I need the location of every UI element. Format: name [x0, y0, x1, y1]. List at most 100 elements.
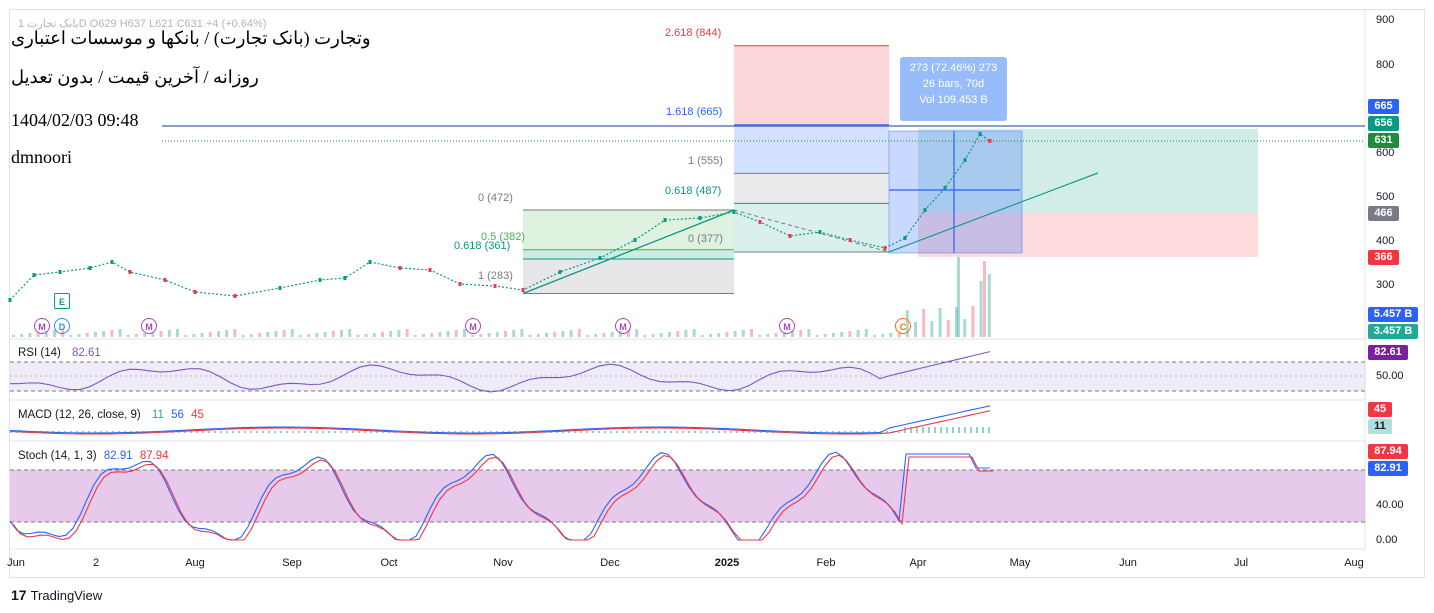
volume-bar [479, 334, 483, 337]
tradingview-logo[interactable]: 17 TradingView [11, 587, 102, 603]
candle [943, 186, 947, 190]
candle [848, 238, 852, 242]
event-marker-m5[interactable]: M [779, 318, 795, 334]
macd-histogram-bar [676, 431, 678, 433]
volume-bar [85, 333, 89, 337]
volume-bar [889, 333, 893, 337]
macd-histogram-bar [478, 431, 480, 433]
macd-histogram-bar [868, 431, 870, 433]
macd-histogram-bar [202, 431, 204, 433]
macd-histogram-bar [748, 431, 750, 433]
volume-bar [241, 335, 245, 337]
volume-bar [348, 329, 352, 337]
macd-histogram-bar [346, 431, 348, 433]
chart-datetime: 1404/02/03 09:48 [11, 110, 139, 130]
volume-bar [545, 333, 548, 337]
candle [458, 282, 462, 286]
chart-canvas[interactable] [0, 0, 1434, 613]
macd-histogram-bar [406, 431, 408, 433]
event-marker-m1[interactable]: M [34, 318, 50, 334]
macd-histogram-bar [550, 431, 552, 433]
price-tag-665: 665 [1368, 99, 1399, 114]
volume-bar [520, 329, 524, 337]
time-tick-apr: Apr [909, 557, 927, 569]
macd-histogram-bar [304, 431, 306, 433]
event-marker-m3[interactable]: M [465, 318, 481, 334]
time-tick-jun: Jun [7, 557, 25, 569]
candle [732, 210, 736, 214]
volume-bar [856, 330, 860, 337]
macd-histogram-bar [586, 431, 588, 433]
macd-histogram-bar [430, 431, 432, 433]
macd-histogram-bar [148, 431, 150, 433]
volume-bar [192, 334, 196, 337]
fib-zone-1618 [734, 124, 889, 174]
macd-histogram-bar [892, 431, 894, 433]
event-marker-m2[interactable]: M [141, 318, 157, 334]
volume-bar [602, 333, 606, 337]
event-marker-dividend[interactable]: D [54, 318, 70, 334]
stoch-d-value: 87.94 [139, 450, 169, 462]
macd-histogram-bar [58, 431, 60, 433]
volume-bar [323, 332, 327, 337]
volume-bar [413, 335, 417, 337]
candle [368, 260, 372, 264]
event-marker-m4[interactable]: M [615, 318, 631, 334]
macd-histogram-bar [610, 431, 612, 433]
macd-histogram-bar [22, 431, 24, 433]
macd-histogram-bar [34, 431, 36, 433]
fib-label-1-left: 1 (283) [478, 270, 513, 282]
volume-bar [717, 333, 721, 337]
measure-tooltip: 273 (72.46%) 273 26 bars, 70d Vol 109.45… [900, 57, 1007, 121]
event-marker-earnings[interactable]: E [54, 293, 70, 309]
macd-histogram-bar [442, 431, 444, 433]
volume-bar [668, 332, 671, 337]
volume-bar [692, 329, 696, 337]
time-tick-jul: Jul [1233, 557, 1249, 569]
volume-bar [495, 332, 499, 337]
volume-bar [676, 331, 680, 337]
macd-histogram-bar [862, 431, 864, 433]
volume-bar [659, 333, 663, 337]
candle [988, 139, 992, 143]
macd-histogram-bar [844, 431, 846, 433]
macd-histogram-bar [958, 427, 960, 433]
macd-histogram-bar [118, 431, 120, 433]
volume-bar [184, 335, 188, 337]
volume-bar [94, 332, 97, 337]
volume-bar [110, 330, 114, 337]
macd-histogram-bar [424, 431, 426, 433]
volume-bar [422, 334, 425, 337]
macd-histogram-bar [178, 431, 180, 433]
volume-bar [840, 332, 844, 337]
event-marker-c[interactable]: C [895, 318, 911, 334]
macd-histogram-bar [376, 431, 378, 433]
fib-zone-1 [734, 173, 889, 204]
macd-histogram-bar [742, 431, 744, 433]
macd-histogram-bar [556, 431, 558, 433]
candle [128, 270, 132, 274]
price-tag-366: 366 [1368, 250, 1399, 265]
macd-histogram-bar [496, 431, 498, 433]
measure-bars: 26 bars, 70d [922, 78, 985, 90]
macd-histogram-bar [514, 431, 516, 433]
price-tick-900: 900 [1376, 14, 1395, 26]
macd-histogram-bar [928, 427, 930, 433]
macd-histogram-bar [922, 427, 924, 433]
time-tick-dec: Dec [600, 557, 620, 569]
macd-histogram-bar [916, 427, 918, 433]
macd-histogram-bar [718, 431, 720, 433]
macd-histogram-bar [154, 431, 156, 433]
macd-histogram-bar [832, 431, 834, 433]
macd-histogram-bar [40, 431, 42, 433]
volume-bar [290, 329, 294, 337]
macd-histogram-bar [388, 431, 390, 433]
stoch-k-value: 82.91 [103, 450, 133, 462]
macd-histogram-bar [694, 431, 696, 433]
volume-bar [957, 257, 960, 337]
macd-histogram-bar [598, 431, 600, 433]
volume-bar [635, 329, 639, 337]
macd-histogram-bar [736, 431, 738, 433]
volume-bar [126, 335, 130, 337]
time-tick-sep: Sep [282, 557, 302, 569]
